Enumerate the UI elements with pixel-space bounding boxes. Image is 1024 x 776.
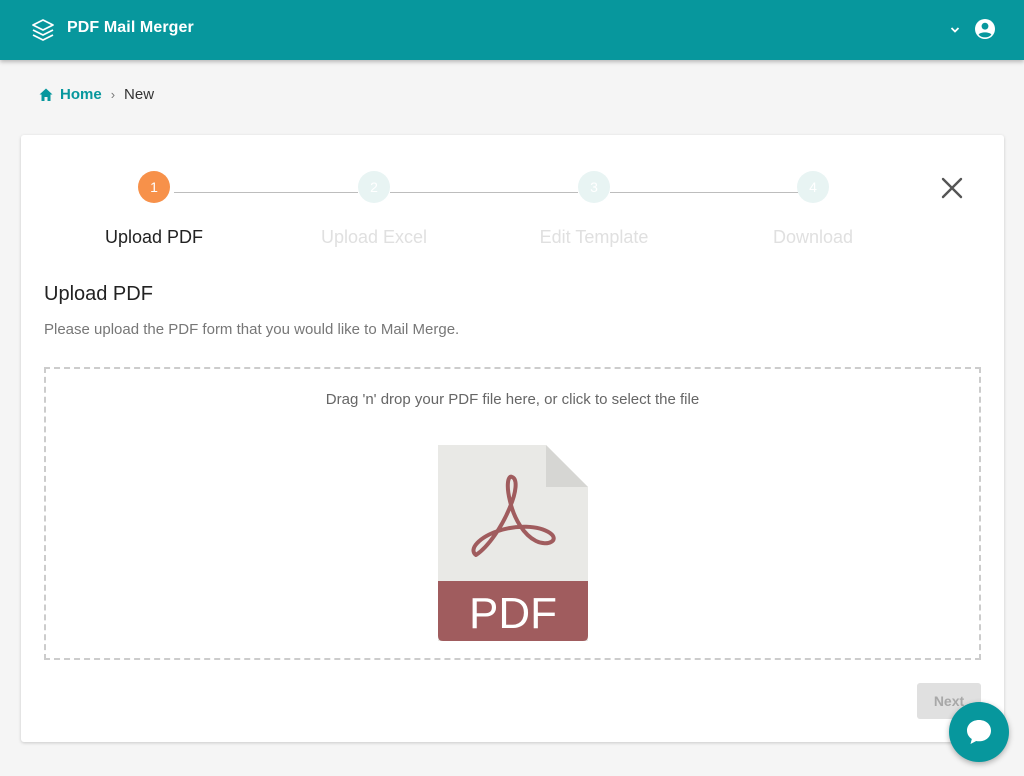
section-description: Please upload the PDF form that you woul… bbox=[44, 321, 460, 338]
step-2-indicator: 2 bbox=[358, 171, 390, 203]
section-title: Upload PDF bbox=[44, 283, 153, 305]
breadcrumb-home-link[interactable]: Home bbox=[38, 86, 102, 103]
app-title[interactable]: PDF Mail Merger bbox=[67, 19, 194, 37]
layers-icon[interactable] bbox=[30, 17, 56, 43]
chat-button[interactable] bbox=[949, 702, 1009, 762]
step-1-indicator: 1 bbox=[138, 171, 170, 203]
pdf-icon-label: PDF bbox=[469, 589, 557, 638]
app-bar: PDF Mail Merger bbox=[0, 0, 1024, 60]
upload-card: 1 2 3 4 Upload PDF Upload Excel Edit Tem… bbox=[21, 135, 1004, 742]
account-circle-icon[interactable] bbox=[974, 18, 996, 40]
breadcrumb: Home › New bbox=[38, 86, 154, 103]
breadcrumb-current: New bbox=[124, 86, 155, 103]
pdf-dropzone[interactable]: Drag 'n' drop your PDF file here, or cli… bbox=[44, 367, 981, 660]
step-2-label: Upload Excel bbox=[320, 227, 428, 247]
step-4-label: Download bbox=[772, 227, 854, 247]
dropzone-instructions: Drag 'n' drop your PDF file here, or cli… bbox=[325, 391, 700, 408]
chevron-down-icon[interactable] bbox=[949, 24, 961, 36]
step-connector bbox=[610, 192, 798, 193]
step-3-label: Edit Template bbox=[539, 227, 649, 247]
pdf-file-icon: PDF bbox=[438, 445, 588, 641]
step-3-indicator: 3 bbox=[578, 171, 610, 203]
close-icon[interactable] bbox=[939, 175, 965, 201]
home-icon bbox=[39, 88, 53, 101]
breadcrumb-separator: › bbox=[110, 87, 116, 102]
step-connector bbox=[390, 192, 578, 193]
step-4-indicator: 4 bbox=[797, 171, 829, 203]
chat-icon bbox=[967, 720, 991, 744]
step-connector bbox=[174, 192, 358, 193]
breadcrumb-home-label: Home bbox=[60, 86, 102, 103]
step-1-label: Upload PDF bbox=[104, 227, 204, 247]
